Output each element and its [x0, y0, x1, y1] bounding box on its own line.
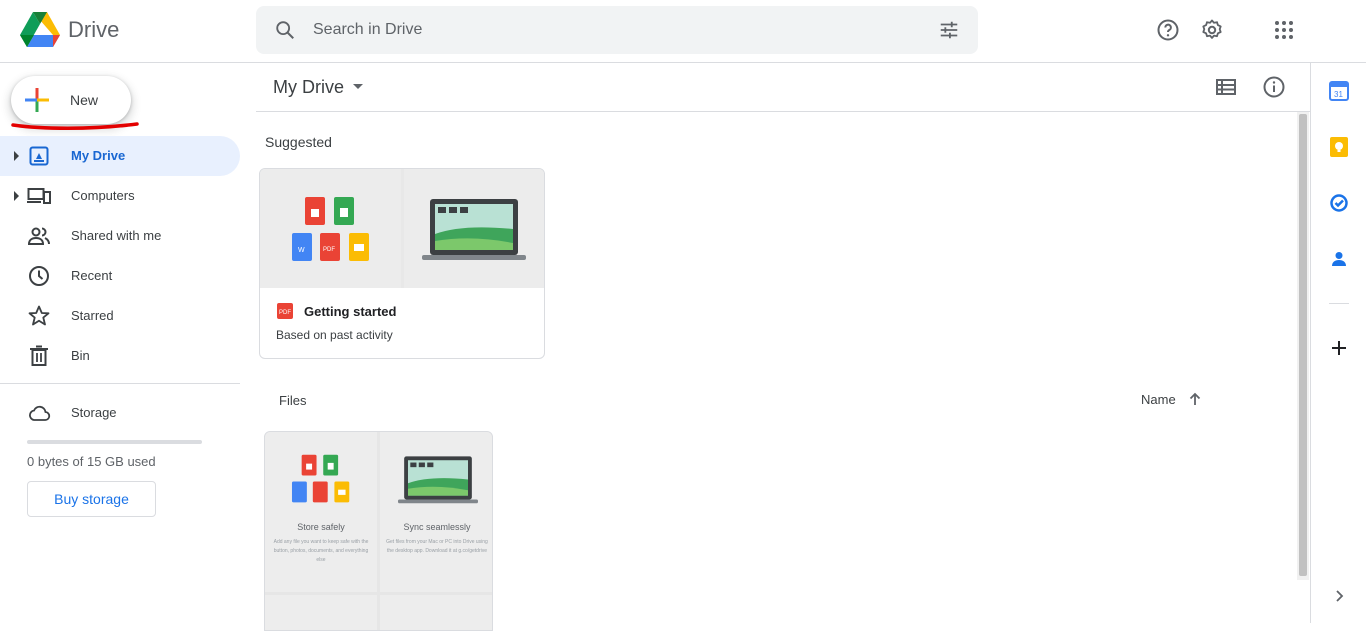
buy-storage-button[interactable]: Buy storage — [27, 481, 156, 517]
sidebar-item-bin[interactable]: Bin — [0, 336, 240, 376]
sidebar-item-label: Bin — [71, 348, 90, 363]
sidebar-item-computers[interactable]: Computers — [0, 176, 240, 216]
sidebar-item-label: Starred — [71, 308, 114, 323]
laptop-illustration-icon — [422, 199, 526, 260]
drive-logo-icon[interactable] — [20, 12, 60, 48]
scrollbar-thumb[interactable] — [1299, 114, 1307, 576]
expand-arrow-icon[interactable] — [12, 190, 20, 202]
trash-icon — [30, 345, 48, 366]
card-file-name: Getting started — [304, 304, 397, 319]
thumb-title: Sync seamlessly — [403, 522, 471, 532]
top-bar: Drive Search in Drive — [0, 0, 1366, 63]
sidebar-item-label: Computers — [71, 188, 135, 203]
svg-text:31: 31 — [1334, 90, 1343, 99]
computers-icon — [27, 188, 51, 204]
sidebar-item-label: My Drive — [71, 148, 126, 163]
arrow-up-icon[interactable] — [1187, 391, 1203, 407]
card-subtitle: Based on past activity — [276, 328, 393, 342]
sidebar-item-label: Recent — [71, 268, 113, 283]
suggested-title: Suggested — [265, 134, 332, 150]
search-icon[interactable] — [274, 19, 296, 41]
sidebar-item-shared-with-me[interactable]: Shared with me — [0, 216, 240, 256]
shared-icon — [27, 227, 50, 245]
clock-icon — [29, 266, 49, 286]
side-panel-divider — [1329, 303, 1349, 304]
new-button[interactable]: New — [11, 76, 131, 124]
list-view-icon[interactable] — [1215, 76, 1237, 98]
settings-icon[interactable] — [1200, 18, 1224, 42]
my-drive-icon — [29, 146, 49, 166]
storage-label: Storage — [71, 405, 117, 420]
laptop-illustration-icon — [398, 456, 478, 504]
red-annotation-underline — [11, 122, 139, 130]
sidebar-item-label: Shared with me — [71, 228, 162, 243]
file-card[interactable]: Store safely Add any file you want to ke… — [264, 431, 493, 631]
thumb-panel-sync: Sync seamlessly Get files from your Mac … — [380, 432, 492, 592]
sidebar-item-my-drive[interactable]: My Drive — [0, 136, 240, 176]
thumb-panel-store: Store safely Add any file you want to ke… — [265, 432, 377, 592]
info-icon[interactable] — [1262, 75, 1286, 99]
contacts-icon[interactable] — [1329, 249, 1349, 269]
apps-grid-icon[interactable] — [1272, 18, 1296, 42]
storage-progress-bar — [27, 440, 202, 444]
expand-arrow-icon[interactable] — [12, 150, 20, 162]
sidebar-item-recent[interactable]: Recent — [0, 256, 240, 296]
sidebar-item-starred[interactable]: Starred — [0, 296, 240, 336]
new-button-label: New — [70, 92, 99, 108]
file-types-illustration-icon — [291, 454, 350, 503]
chevron-down-icon[interactable] — [353, 84, 363, 90]
tasks-icon[interactable] — [1329, 193, 1349, 213]
star-icon — [28, 305, 50, 326]
calendar-icon[interactable]: 31 — [1329, 81, 1349, 101]
sidebar-item-storage[interactable]: Storage — [0, 393, 240, 433]
breadcrumb[interactable]: My Drive — [273, 77, 344, 98]
main-content: My Drive Suggested W PDF PDF Getting sta… — [256, 63, 1310, 631]
thumb-description: Add any file you want to keep safe with … — [273, 539, 369, 563]
storage-usage-text: 0 bytes of 15 GB used — [27, 454, 156, 469]
search-options-icon[interactable] — [938, 19, 960, 41]
search-bar[interactable]: Search in Drive — [256, 6, 978, 54]
app-name[interactable]: Drive — [68, 17, 119, 43]
pdf-icon: PDF — [277, 303, 293, 319]
sort-by-name-button[interactable]: Name — [1141, 392, 1176, 407]
keep-icon[interactable] — [1329, 137, 1349, 157]
sidebar-divider — [0, 383, 240, 384]
svg-text:PDF: PDF — [279, 310, 291, 316]
thumb-title: Store safely — [297, 522, 345, 532]
svg-text:PDF: PDF — [323, 247, 335, 253]
add-icon[interactable] — [1329, 338, 1349, 358]
suggested-card[interactable]: W PDF PDF Getting started Based on past … — [259, 168, 545, 359]
help-icon[interactable] — [1156, 18, 1180, 42]
search-input[interactable]: Search in Drive — [313, 21, 422, 39]
header-divider — [256, 111, 1310, 112]
side-panel: 31 — [1310, 63, 1366, 623]
card-thumbnail: W PDF — [260, 169, 544, 288]
svg-text:W: W — [298, 247, 305, 254]
files-title: Files — [279, 393, 307, 408]
expand-icon[interactable] — [1329, 586, 1349, 606]
sidebar: New My Drive Computers Shared with me Re… — [0, 63, 256, 623]
plus-icon — [25, 88, 49, 112]
thumb-description: Get files from your Mac or PC into Drive… — [386, 539, 488, 554]
cloud-icon — [29, 405, 51, 421]
file-types-illustration-icon: W PDF — [292, 197, 369, 261]
